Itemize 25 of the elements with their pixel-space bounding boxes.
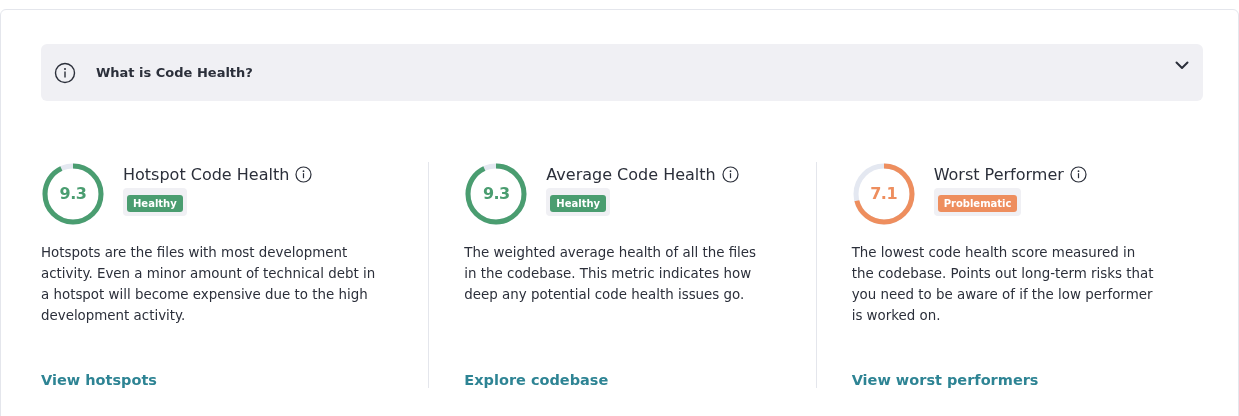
info-icon[interactable] xyxy=(295,166,313,183)
metric-title: Hotspot Code Health xyxy=(123,165,290,184)
metric-title: Worst Performer xyxy=(933,165,1064,184)
metric-link[interactable]: Explore codebase xyxy=(464,372,609,388)
metric-title: Average Code Health xyxy=(546,165,716,184)
info-icon[interactable] xyxy=(1069,166,1087,183)
score-value: 9.3 xyxy=(481,184,511,203)
info-icon[interactable] xyxy=(721,166,739,183)
status-badge: Healthy xyxy=(550,195,607,212)
accordion-header[interactable]: What is Code Health? xyxy=(41,44,1203,101)
score-ring xyxy=(464,162,529,226)
metric-link[interactable]: View hotspots xyxy=(41,372,157,388)
score-value: 7.1 xyxy=(869,184,899,203)
chevron-icon xyxy=(1175,61,1189,70)
score-value: 9.3 xyxy=(58,184,88,203)
score-ring xyxy=(41,162,105,226)
metric-description: The lowest code health score measured in the codebase. Points out long-term risks that you need to be aware of if the low performer is worked on. xyxy=(851,244,1155,325)
status-badge: Healthy xyxy=(127,195,183,212)
accordion-title: What is Code Health? xyxy=(96,65,254,80)
score-ring xyxy=(851,162,916,226)
metric-link[interactable]: View worst performers xyxy=(851,372,1039,388)
metric-description: The weighted average health of all the files in the codebase. This metric indicates how deep any potential code health issues go. xyxy=(464,244,758,304)
info-icon xyxy=(54,61,76,84)
status-badge: Problematic xyxy=(937,195,1018,212)
metric-description: Hotspots are the files with most development activity. Even a minor amount of technical debt in a hotspot will become expensive due to the high development activity. xyxy=(41,244,377,325)
